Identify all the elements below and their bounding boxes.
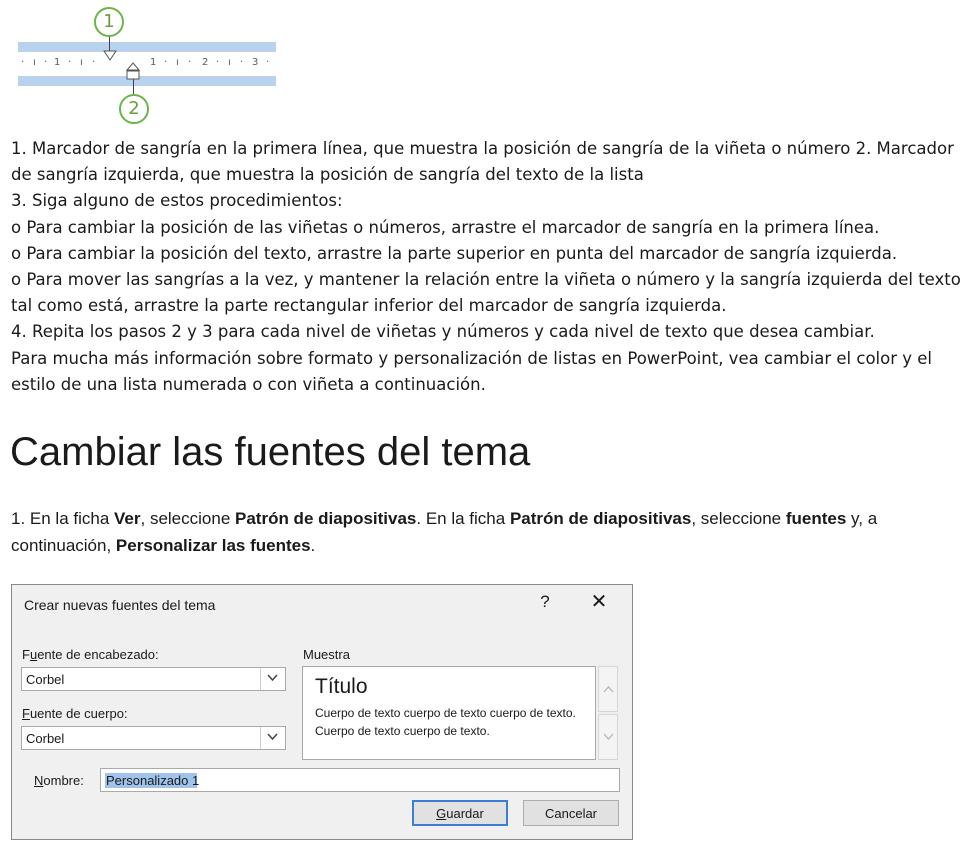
step-bold: Patrón de diapositivas: [235, 509, 417, 528]
scroll-up-button[interactable]: [598, 666, 618, 712]
step-bold: Ver: [114, 509, 141, 528]
ruler-tick: ·: [21, 57, 25, 68]
ruler-tick: ·: [188, 57, 192, 68]
step-bold: Personalizar las fuentes: [115, 536, 311, 555]
cancel-button[interactable]: Cancelar: [523, 800, 619, 826]
label-text: uente de cuerpo:: [29, 706, 128, 721]
ruler-tick: 1: [150, 57, 157, 68]
label-text: ombre:: [43, 773, 84, 788]
ruler-tick: ·: [216, 57, 220, 68]
ruler-tick: 2: [202, 57, 209, 68]
sample-preview: Título Cuerpo de texto cuerpo de texto c…: [302, 666, 596, 760]
ruler-tick: ·: [266, 57, 270, 68]
heading-font-value: Corbel: [26, 672, 65, 687]
ruler-tick: 3: [252, 57, 259, 68]
chevron-down-icon[interactable]: [260, 668, 285, 690]
step-text: 1. En la ficha: [11, 509, 115, 528]
ruler-tick: ı: [176, 57, 179, 68]
first-line-indent-marker-icon: [103, 50, 117, 61]
paragraph: o Para mover las sangrías a la vez, y ma…: [11, 270, 961, 316]
chevron-down-icon[interactable]: [260, 727, 285, 749]
callout-2-leader: [133, 79, 134, 94]
ruler-tick: 1: [54, 57, 61, 68]
ruler-tick: ı: [33, 57, 36, 68]
body-font-value: Corbel: [26, 731, 65, 746]
create-theme-fonts-dialog: Crear nuevas fuentes del tema ? ✕ Fuente…: [11, 584, 633, 840]
name-field[interactable]: [100, 768, 620, 792]
access-key: N: [34, 773, 44, 788]
step-text: .: [310, 536, 316, 555]
callout-1: 1: [94, 7, 124, 37]
paragraph: Para mucha más información sobre formato…: [11, 348, 933, 394]
chevron-down-icon: [603, 733, 614, 740]
paragraph: 1. Marcador de sangría en la primera lín…: [11, 139, 954, 185]
step-text: . En la ficha: [416, 509, 510, 528]
body-font-select[interactable]: Corbel: [21, 726, 286, 750]
heading-font-select[interactable]: Corbel: [21, 667, 286, 691]
save-button[interactable]: Guardar: [412, 800, 508, 826]
paragraph: o Para cambiar la posición de las viñeta…: [11, 217, 880, 237]
scroll-down-button[interactable]: [598, 714, 618, 760]
sample-label: Muestra: [303, 647, 350, 662]
ruler-tick: ı: [80, 57, 83, 68]
instructions: 1. Marcador de sangría en la primera lín…: [11, 136, 966, 398]
dialog-title: Crear nuevas fuentes del tema: [24, 597, 216, 613]
paragraph: o Para cambiar la posición del texto, ar…: [11, 243, 898, 263]
help-button[interactable]: ?: [534, 590, 556, 614]
step-1: 1. En la ficha Ver, seleccione Patrón de…: [11, 505, 961, 559]
paragraph: 4. Repita los pasos 2 y 3 para cada nive…: [11, 322, 875, 342]
callout-1-leader: [109, 37, 110, 51]
section-heading: Cambiar las fuentes del tema: [10, 430, 531, 474]
ruler-figure: · ı · 1 · ı · 1 · ı · 2 · ı · 3 · 1 2: [18, 0, 278, 130]
label-text: F: [22, 647, 30, 662]
paragraph: 3. Siga alguno de estos procedimientos:: [11, 191, 343, 211]
ruler-tick: ·: [92, 57, 96, 68]
name-label: Nombre:: [34, 773, 84, 788]
sample-title: Título: [315, 675, 368, 698]
ruler: · ı · 1 · ı · 1 · ı · 2 · ı · 3 ·: [18, 52, 276, 76]
ruler-tick: ·: [68, 57, 72, 68]
ruler-tick: ·: [240, 57, 244, 68]
close-button[interactable]: ✕: [586, 589, 612, 615]
heading-font-label: Fuente de encabezado:: [22, 647, 159, 662]
button-label: uardar: [446, 805, 484, 821]
step-text: , seleccione: [140, 509, 235, 528]
step-text: , seleccione: [691, 509, 786, 528]
chevron-up-icon: [603, 686, 614, 693]
callout-2: 2: [119, 94, 149, 124]
ruler-tick: ·: [164, 57, 168, 68]
access-key: G: [436, 805, 447, 821]
access-key: F: [22, 706, 30, 721]
label-text: ente de encabezado:: [37, 647, 159, 662]
ruler-tick: ı: [228, 57, 231, 68]
step-bold: Patrón de diapositivas: [509, 509, 692, 528]
name-input[interactable]: [101, 769, 619, 791]
sample-body: Cuerpo de texto cuerpo de texto cuerpo d…: [315, 706, 576, 738]
step-bold: fuentes: [785, 509, 847, 528]
body-font-label: Fuente de cuerpo:: [22, 706, 128, 721]
ruler-tick: ·: [44, 57, 48, 68]
